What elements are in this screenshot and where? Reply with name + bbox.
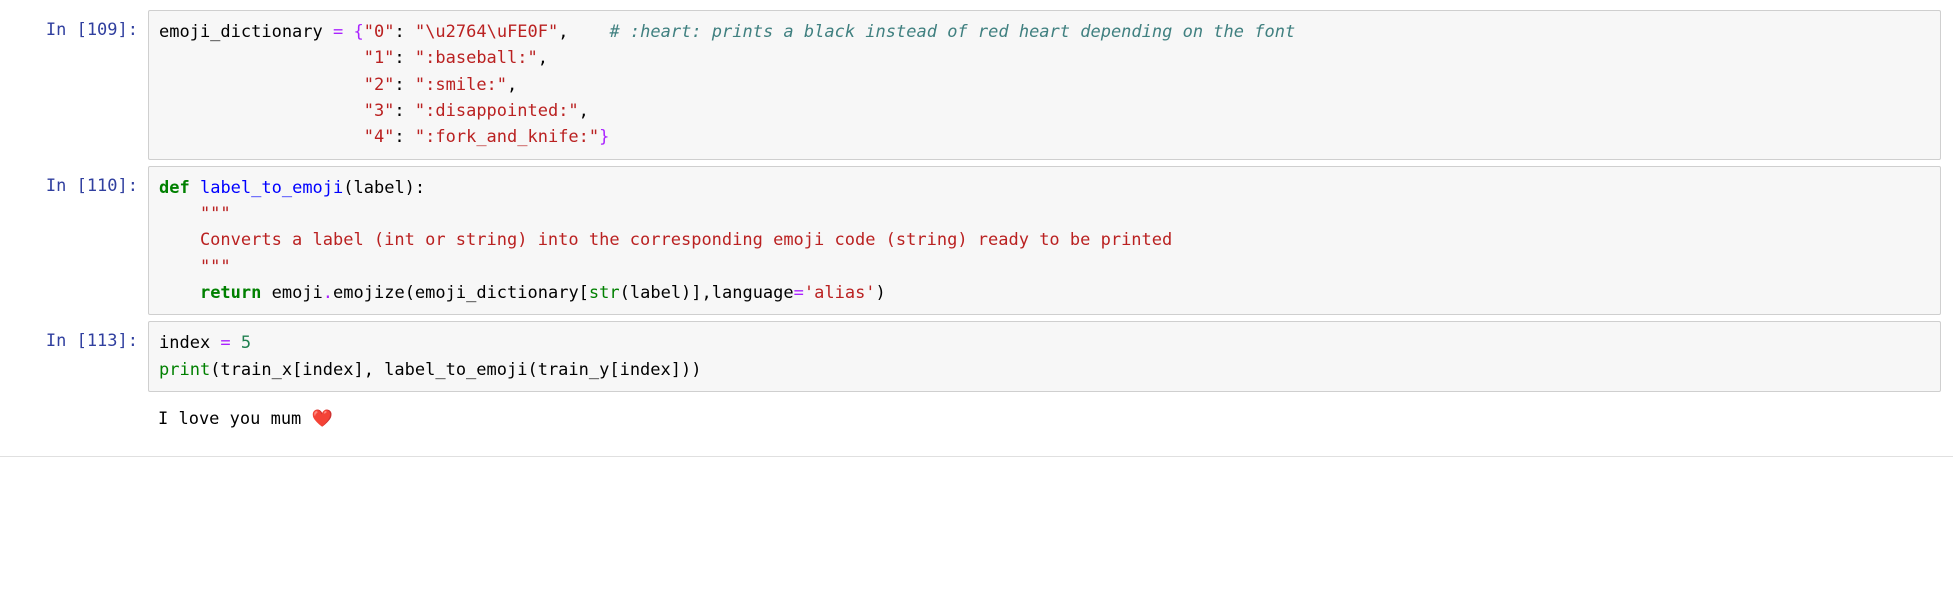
output-prompt — [0, 398, 148, 440]
code-cell: In [109]: emoji_dictionary = {"0": "\u27… — [0, 10, 1953, 160]
notebook: In [109]: emoji_dictionary = {"0": "\u27… — [0, 0, 1953, 457]
code-input-area[interactable]: emoji_dictionary = {"0": "\u2764\uFE0F",… — [148, 10, 1941, 160]
input-prompt: In [110]: — [0, 166, 148, 316]
stdout-text: I love you mum ❤️ — [158, 406, 1931, 432]
output-cell: I love you mum ❤️ — [0, 398, 1953, 440]
code-content: emoji_dictionary = {"0": "\u2764\uFE0F",… — [159, 19, 1930, 151]
code-cell: In [113]: index = 5 print(train_x[index]… — [0, 321, 1953, 392]
code-cell: In [110]: def label_to_emoji(label): """… — [0, 166, 1953, 316]
code-content: index = 5 print(train_x[index], label_to… — [159, 330, 1930, 383]
heart-icon: ❤️ — [312, 409, 333, 429]
code-content: def label_to_emoji(label): """ Converts … — [159, 175, 1930, 307]
input-prompt: In [109]: — [0, 10, 148, 160]
output-area: I love you mum ❤️ — [148, 398, 1941, 440]
code-input-area[interactable]: index = 5 print(train_x[index], label_to… — [148, 321, 1941, 392]
input-prompt: In [113]: — [0, 321, 148, 392]
code-input-area[interactable]: def label_to_emoji(label): """ Converts … — [148, 166, 1941, 316]
